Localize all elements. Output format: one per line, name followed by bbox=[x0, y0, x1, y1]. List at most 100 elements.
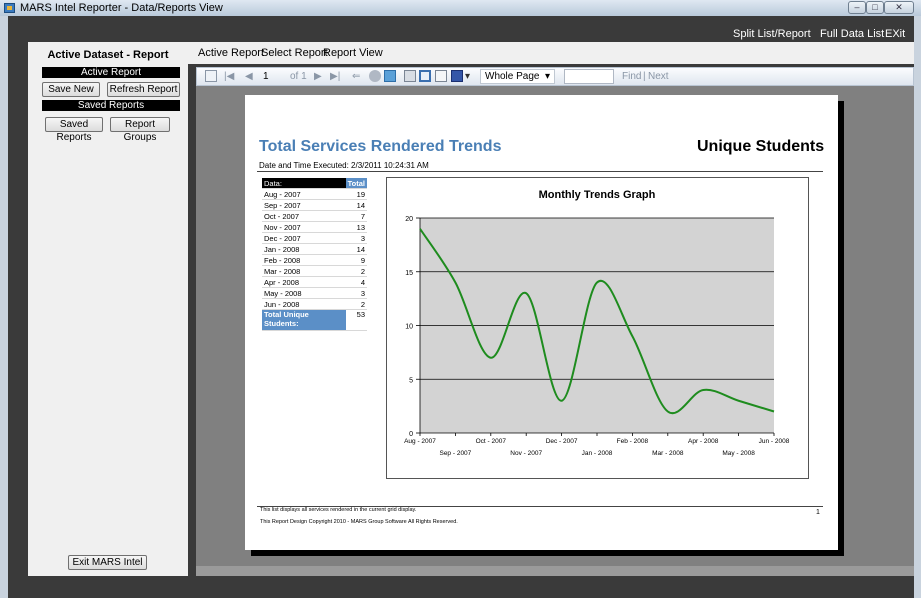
x-tick-label: Aug - 2007 bbox=[404, 438, 436, 445]
x-tick-label: Apr - 2008 bbox=[688, 438, 719, 445]
report-subtitle: Unique Students bbox=[697, 138, 825, 155]
y-tick-label: 10 bbox=[405, 324, 413, 331]
chart-container: Monthly Trends Graph 0 5 10 15 20 Aug - 2007 Se… bbox=[386, 177, 809, 479]
x-tick-label: Jun - 2008 bbox=[759, 438, 790, 445]
row-label: Aug - 2007 bbox=[262, 188, 346, 200]
row-label: Nov - 2007 bbox=[262, 221, 346, 233]
close-icon[interactable]: ✕ bbox=[884, 1, 914, 14]
page-count: of 1 bbox=[290, 71, 307, 82]
x-tick-label: Jan - 2008 bbox=[582, 450, 613, 457]
y-tick-label: 0 bbox=[409, 431, 413, 438]
row-label: Oct - 2007 bbox=[262, 210, 346, 222]
x-tick-label: Oct - 2007 bbox=[476, 438, 507, 445]
last-page-icon[interactable]: ▶| bbox=[330, 71, 340, 82]
page-setup-icon[interactable] bbox=[435, 70, 447, 82]
page-number: 1 bbox=[816, 509, 820, 516]
row-label: Apr - 2008 bbox=[262, 276, 346, 288]
print-layout-icon[interactable] bbox=[419, 70, 431, 82]
report-groups-button[interactable]: Report Groups bbox=[110, 117, 170, 143]
row-label: Jun - 2008 bbox=[262, 298, 346, 310]
row-value: 14 bbox=[345, 199, 367, 211]
divider bbox=[257, 171, 823, 172]
print-icon[interactable] bbox=[404, 70, 416, 82]
row-label: Feb - 2008 bbox=[262, 254, 346, 266]
left-panel: Active Dataset - Report Active Report Sa… bbox=[28, 42, 188, 576]
table-row: Dec - 2007 3 bbox=[262, 232, 367, 244]
table-row: Feb - 2008 9 bbox=[262, 254, 367, 266]
line-chart: Monthly Trends Graph 0 5 10 15 20 Aug - 2007Se… bbox=[404, 189, 790, 457]
exit-mars-intel-button[interactable]: Exit MARS Intel bbox=[68, 555, 147, 570]
next-page-icon[interactable]: ▶ bbox=[314, 71, 322, 82]
document-map-icon[interactable] bbox=[205, 70, 217, 82]
active-report-header: Active Report bbox=[42, 67, 180, 78]
x-tick-label: Dec - 2007 bbox=[546, 438, 578, 445]
table-row: Sep - 2007 14 bbox=[262, 199, 367, 211]
next-link[interactable]: Next bbox=[648, 71, 669, 82]
previous-page-icon[interactable]: ◀ bbox=[245, 71, 253, 82]
table-row: Aug - 2007 19 bbox=[262, 188, 367, 200]
row-value: 13 bbox=[345, 221, 367, 233]
menu-split-list-report[interactable]: Split List/Report bbox=[733, 28, 811, 40]
maximize-icon[interactable]: □ bbox=[866, 1, 884, 14]
chevron-down-icon: ▾ bbox=[544, 71, 550, 82]
total-value: 53 bbox=[345, 309, 367, 331]
save-icon[interactable] bbox=[451, 70, 463, 82]
table-header-value: Total bbox=[345, 178, 367, 189]
table-row: Mar - 2008 2 bbox=[262, 265, 367, 277]
table-row: May - 2008 3 bbox=[262, 287, 367, 299]
menu-exit[interactable]: EXit bbox=[885, 28, 905, 40]
saved-reports-button[interactable]: Saved Reports bbox=[45, 117, 103, 143]
date-executed: Date and Time Executed: 2/3/2011 10:24:3… bbox=[259, 161, 429, 170]
window-title: MARS Intel Reporter - Data/Reports View bbox=[20, 2, 223, 14]
footer-copyright: This Report Design Copyright 2010 - MARS… bbox=[260, 519, 458, 525]
find-link[interactable]: Find bbox=[622, 71, 641, 82]
row-label: Sep - 2007 bbox=[262, 199, 346, 211]
find-input[interactable] bbox=[564, 69, 614, 84]
row-label: Dec - 2007 bbox=[262, 232, 346, 244]
y-tick-label: 20 bbox=[405, 216, 413, 223]
row-label: Jan - 2008 bbox=[262, 243, 346, 255]
chart-title: Monthly Trends Graph bbox=[539, 189, 656, 201]
data-table: Data: Total Aug - 2007 19 Sep - 2007 14 Oct -… bbox=[262, 178, 367, 331]
menu-full-data-list[interactable]: Full Data List bbox=[820, 28, 884, 40]
stop-icon[interactable] bbox=[369, 70, 381, 82]
zoom-value: Whole Page bbox=[485, 71, 540, 82]
row-value: 3 bbox=[345, 287, 367, 299]
y-tick-label: 5 bbox=[409, 377, 413, 384]
minimize-icon[interactable]: – bbox=[848, 1, 866, 14]
back-icon[interactable]: ⇐ bbox=[352, 71, 360, 82]
footer-note: This list displays all services rendered… bbox=[260, 507, 417, 513]
export-dropdown-icon[interactable]: ▾ bbox=[465, 71, 470, 82]
first-page-icon[interactable]: |◀ bbox=[224, 71, 234, 82]
horizontal-scrollbar[interactable] bbox=[196, 566, 914, 576]
row-label: Mar - 2008 bbox=[262, 265, 346, 277]
app-icon bbox=[4, 3, 15, 13]
x-tick-label: May - 2008 bbox=[722, 450, 755, 457]
refresh-icon[interactable] bbox=[384, 70, 396, 82]
x-tick-label: Mar - 2008 bbox=[652, 450, 684, 457]
refresh-report-button[interactable]: Refresh Report bbox=[107, 82, 180, 97]
y-tick-label: 15 bbox=[405, 270, 413, 277]
row-value: 2 bbox=[345, 265, 367, 277]
table-header-label: Data: bbox=[262, 178, 346, 189]
table-row: Nov - 2007 13 bbox=[262, 221, 367, 233]
save-new-button[interactable]: Save New bbox=[42, 82, 100, 97]
page-number-input[interactable]: 1 bbox=[263, 71, 269, 82]
menu-select-report[interactable]: Select Report bbox=[261, 47, 328, 59]
saved-reports-header: Saved Reports bbox=[42, 100, 180, 111]
row-value: 9 bbox=[345, 254, 367, 266]
row-value: 7 bbox=[345, 210, 367, 222]
row-value: 2 bbox=[345, 298, 367, 310]
menu-active-report[interactable]: Active Report bbox=[198, 47, 264, 59]
total-row: Total Unique Students: 53 bbox=[262, 309, 367, 331]
table-row: Apr - 2008 4 bbox=[262, 276, 367, 288]
row-value: 14 bbox=[345, 243, 367, 255]
total-label: Total Unique Students: bbox=[262, 309, 346, 331]
zoom-select[interactable]: Whole Page ▾ bbox=[480, 69, 555, 84]
x-tick-label: Sep - 2007 bbox=[439, 450, 471, 457]
row-label: May - 2008 bbox=[262, 287, 346, 299]
row-value: 3 bbox=[345, 232, 367, 244]
menu-report-view[interactable]: Report View bbox=[323, 47, 383, 59]
table-row: Jan - 2008 14 bbox=[262, 243, 367, 255]
row-value: 4 bbox=[345, 276, 367, 288]
